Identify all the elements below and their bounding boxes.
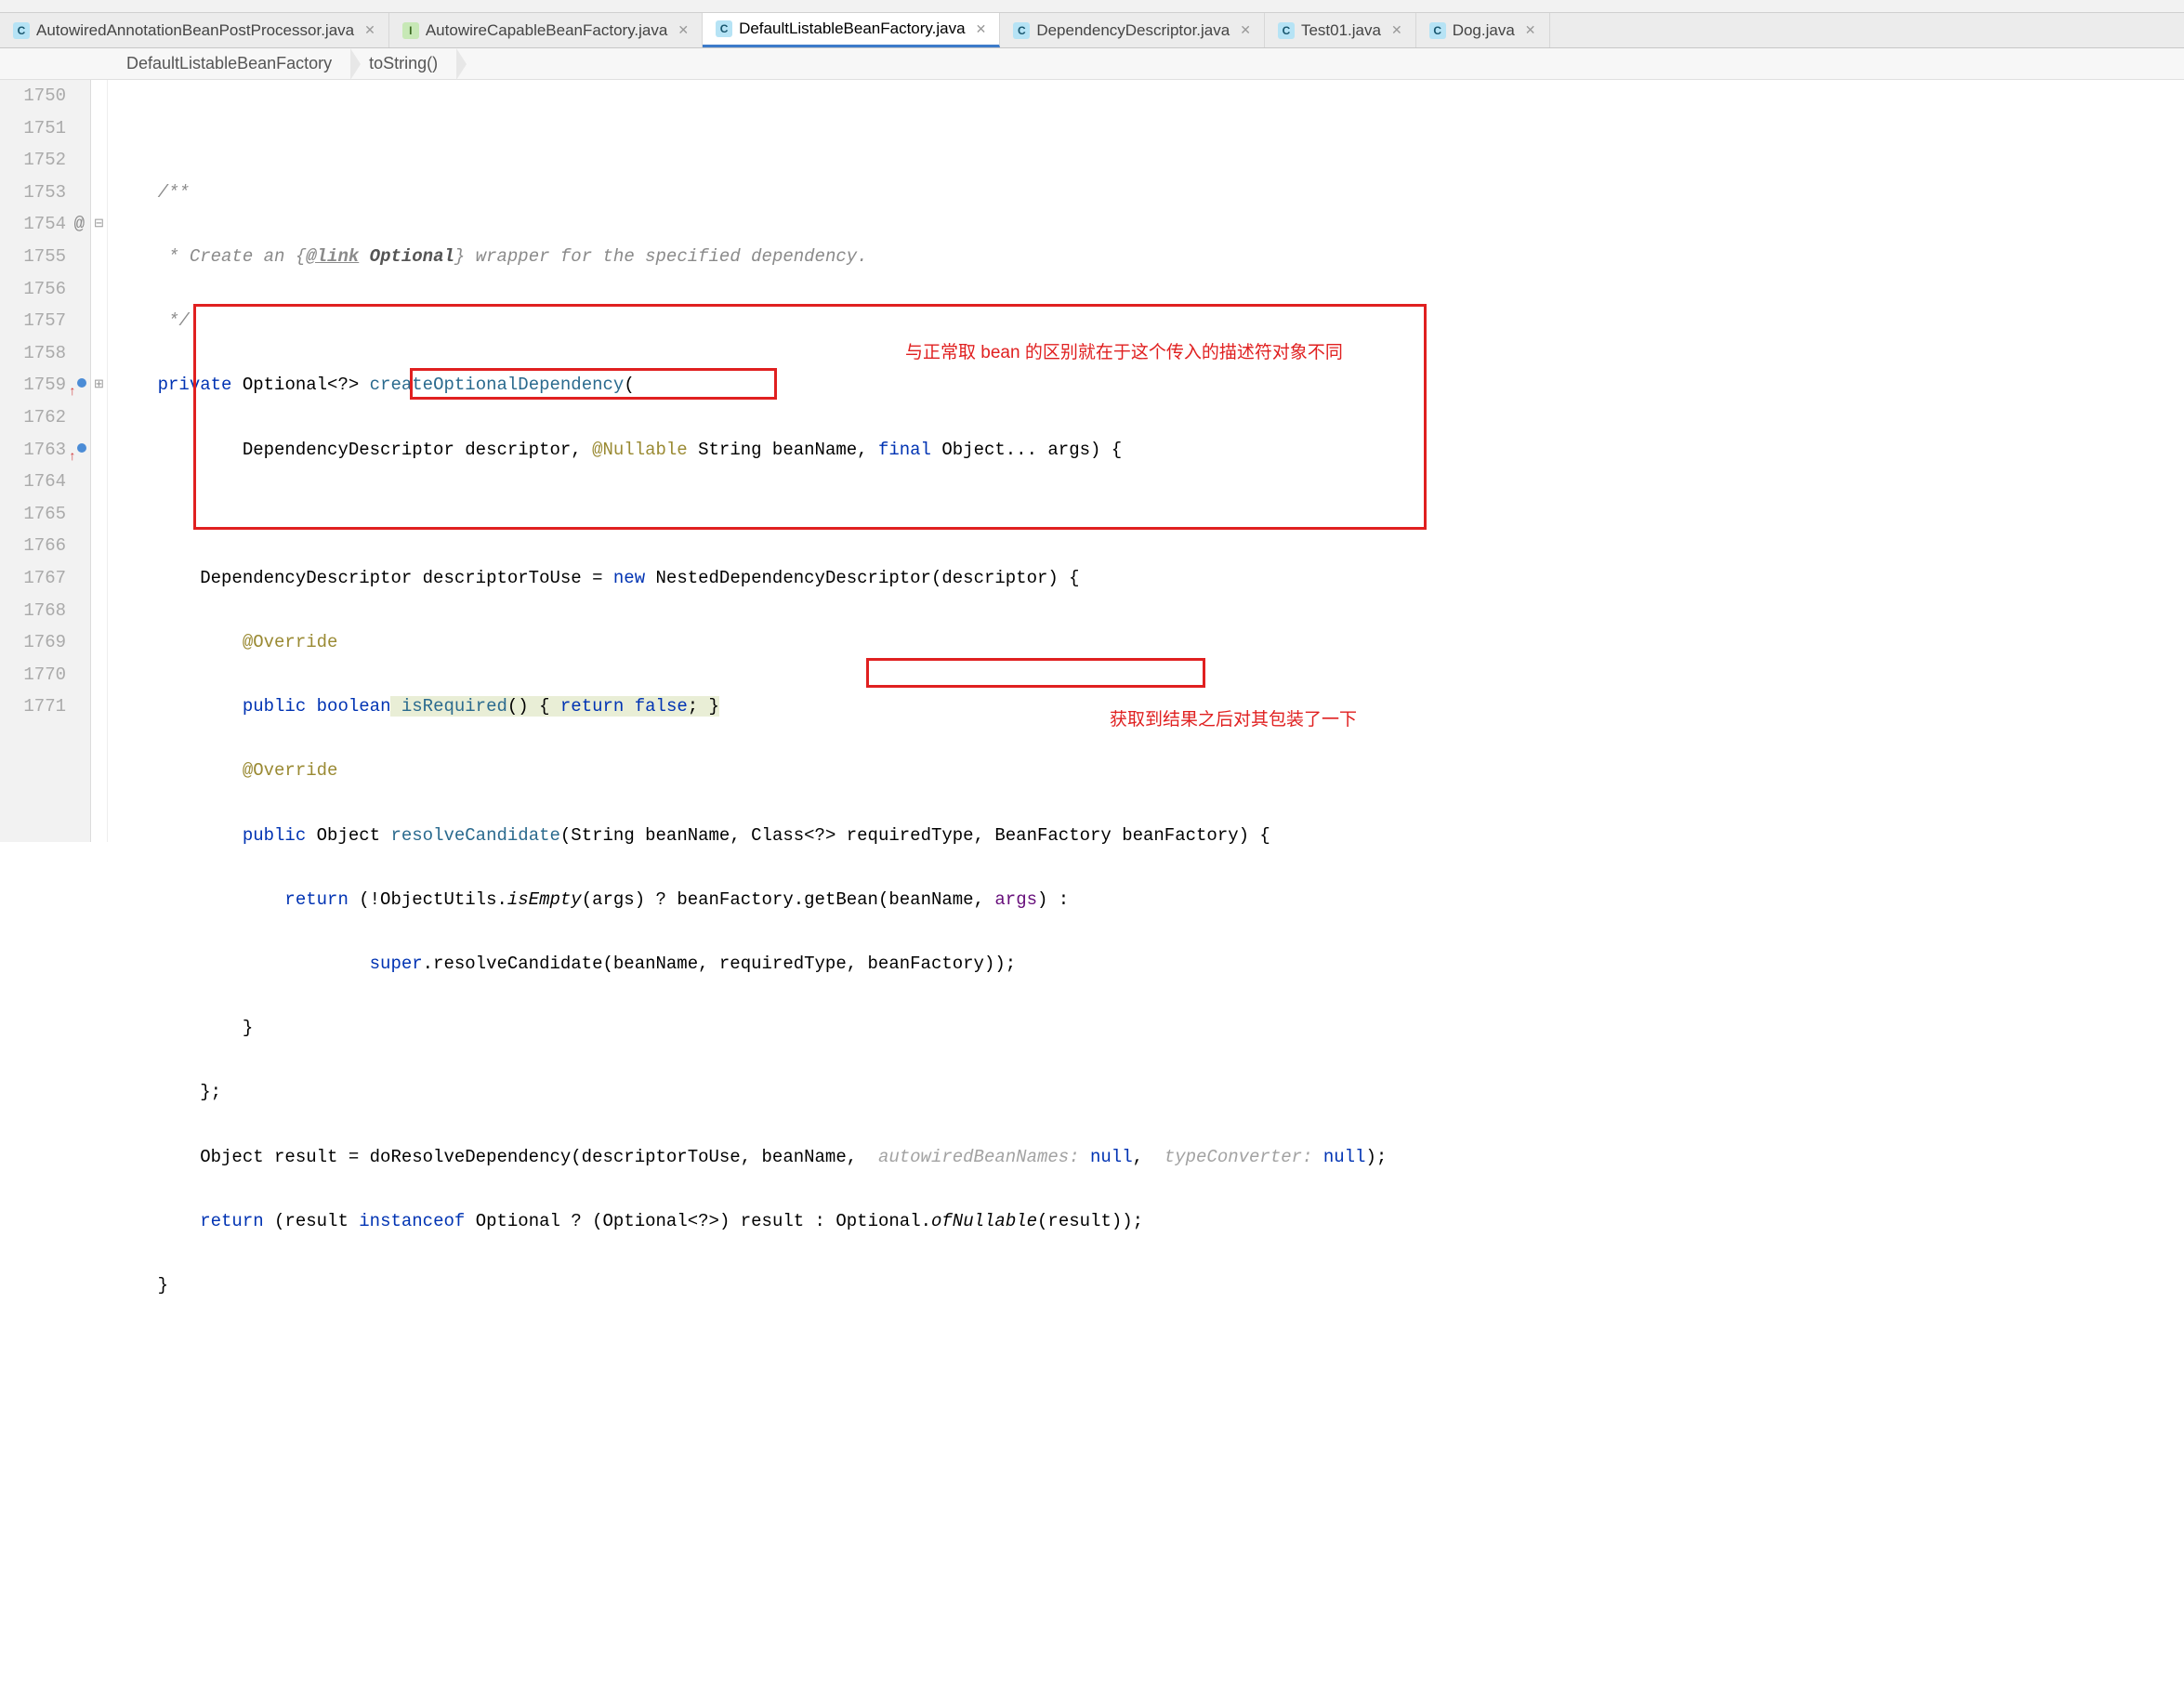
tab-dog[interactable]: C Dog.java ✕ — [1416, 13, 1550, 47]
code-line[interactable]: /** — [115, 177, 2184, 209]
line-number: 1764 — [0, 466, 66, 498]
override-marker-icon[interactable] — [77, 443, 86, 453]
line-number: 1768 — [0, 595, 66, 627]
highlight-box-ofnullable — [866, 658, 1205, 688]
line-number: 1755 — [0, 241, 66, 273]
editor-area: 1750 1751 1752 1753 1754@ 1755 1756 1757… — [0, 80, 2184, 842]
code-line[interactable]: Object result = doResolveDependency(desc… — [115, 1141, 2184, 1174]
java-interface-icon: I — [402, 22, 419, 39]
close-icon[interactable]: ✕ — [678, 22, 689, 38]
code-line[interactable]: return (!ObjectUtils.isEmpty(args) ? bea… — [115, 884, 2184, 916]
close-icon[interactable]: ✕ — [976, 21, 987, 37]
code-line[interactable] — [115, 112, 2184, 145]
code-line[interactable]: public Object resolveCandidate(String be… — [115, 820, 2184, 852]
code-line[interactable]: */ — [115, 305, 2184, 337]
tab-autowired-annotation[interactable]: C AutowiredAnnotationBeanPostProcessor.j… — [0, 13, 389, 47]
code-line[interactable]: DependencyDescriptor descriptorToUse = n… — [115, 562, 2184, 595]
java-class-icon: C — [13, 22, 30, 39]
tab-label: DefaultListableBeanFactory.java — [739, 20, 966, 38]
code-line[interactable]: return (result instanceof Optional ? (Op… — [115, 1205, 2184, 1238]
tab-test01[interactable]: C Test01.java ✕ — [1265, 13, 1416, 47]
tab-label: AutowireCapableBeanFactory.java — [426, 21, 668, 40]
code-line[interactable]: } — [115, 1012, 2184, 1045]
line-number: 1762 — [0, 401, 66, 434]
line-number: 1758 — [0, 337, 66, 370]
crumb-class[interactable]: DefaultListableBeanFactory — [108, 48, 350, 79]
line-number: 1753 — [0, 177, 66, 209]
up-arrow-icon: ↑ — [69, 441, 76, 474]
line-number: 1751 — [0, 112, 66, 145]
tab-label: Dog.java — [1453, 21, 1515, 40]
code-editor[interactable]: /** * Create an {@link Optional} wrapper… — [108, 80, 2184, 842]
code-line[interactable]: private Optional<?> createOptionalDepend… — [115, 369, 2184, 401]
tab-dependency-descriptor[interactable]: C DependencyDescriptor.java ✕ — [1000, 13, 1265, 47]
close-icon[interactable]: ✕ — [1525, 22, 1536, 38]
close-icon[interactable]: ✕ — [364, 22, 375, 38]
line-number: 1767 — [0, 562, 66, 595]
fold-toggle-icon[interactable]: ⊟ — [91, 208, 107, 241]
tab-autowire-capable[interactable]: I AutowireCapableBeanFactory.java ✕ — [389, 13, 703, 47]
tab-label: Test01.java — [1301, 21, 1381, 40]
line-number: 1757 — [0, 305, 66, 337]
code-line[interactable]: * Create an {@link Optional} wrapper for… — [115, 241, 2184, 273]
java-class-icon: C — [1429, 22, 1446, 39]
code-line[interactable] — [115, 498, 2184, 531]
java-class-icon: C — [716, 20, 732, 37]
editor-tabs: C AutowiredAnnotationBeanPostProcessor.j… — [0, 13, 2184, 48]
line-number: 1750 — [0, 80, 66, 112]
code-line[interactable]: } — [115, 1270, 2184, 1302]
tab-label: DependencyDescriptor.java — [1036, 21, 1230, 40]
close-icon[interactable]: ✕ — [1240, 22, 1251, 38]
crumb-method[interactable]: toString() — [350, 48, 456, 79]
fold-toggle-icon[interactable]: ⊞ — [91, 369, 107, 401]
line-number: 1763↑ — [0, 434, 66, 467]
line-number: 1754@ — [0, 208, 66, 241]
code-line[interactable]: @Override — [115, 755, 2184, 787]
line-number: 1759↑ — [0, 369, 66, 401]
tab-default-listable[interactable]: C DefaultListableBeanFactory.java ✕ — [703, 13, 1000, 47]
code-line[interactable]: DependencyDescriptor descriptor, @Nullab… — [115, 434, 2184, 467]
line-number: 1765 — [0, 498, 66, 531]
fold-margin[interactable]: ⊟ ⊞ — [91, 80, 108, 842]
line-number: 1769 — [0, 626, 66, 659]
java-class-icon: C — [1278, 22, 1295, 39]
line-number: 1770 — [0, 659, 66, 691]
annotation-note-1: 与正常取 bean 的区别就在于这个传入的描述符对象不同 — [905, 337, 1343, 370]
structure-breadcrumb: DefaultListableBeanFactory toString() — [0, 48, 2184, 80]
line-number: 1756 — [0, 273, 66, 306]
tab-label: AutowiredAnnotationBeanPostProcessor.jav… — [36, 21, 354, 40]
gutter[interactable]: 1750 1751 1752 1753 1754@ 1755 1756 1757… — [0, 80, 91, 842]
line-number: 1752 — [0, 144, 66, 177]
up-arrow-icon: ↑ — [69, 376, 76, 409]
code-line[interactable]: @Override — [115, 626, 2184, 659]
line-number: 1766 — [0, 530, 66, 562]
override-marker-icon[interactable] — [77, 378, 86, 388]
breadcrumb-top — [0, 0, 2184, 13]
code-line[interactable]: }; — [115, 1076, 2184, 1109]
close-icon[interactable]: ✕ — [1391, 22, 1402, 38]
annotation-note-2: 获取到结果之后对其包装了一下 — [1110, 704, 1357, 737]
code-line[interactable] — [115, 1334, 2184, 1366]
line-number: 1771 — [0, 691, 66, 723]
java-class-icon: C — [1013, 22, 1030, 39]
code-line[interactable]: super.resolveCandidate(beanName, require… — [115, 948, 2184, 980]
